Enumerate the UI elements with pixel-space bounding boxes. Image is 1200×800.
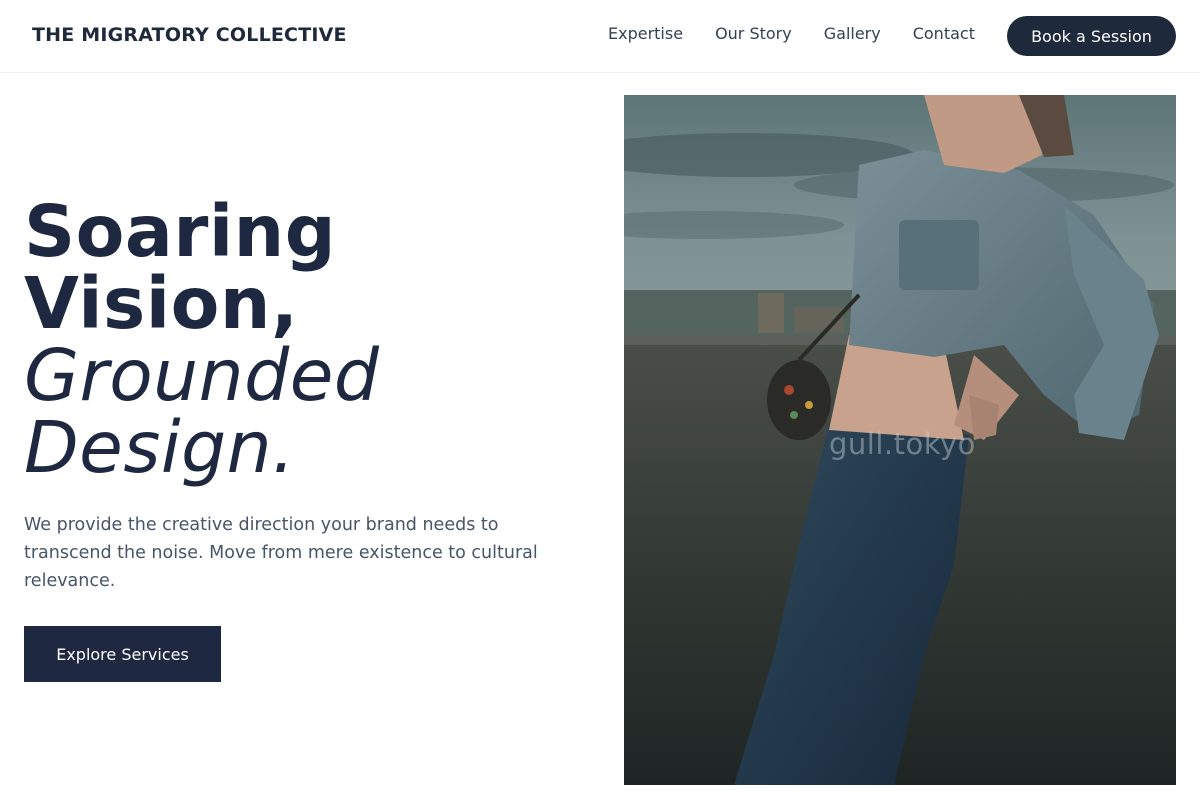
image-watermark: gull.tokyo: [829, 427, 976, 461]
nav-link-expertise[interactable]: Expertise: [608, 24, 683, 43]
hero-subtitle: We provide the creative direction your b…: [24, 515, 538, 591]
nav-link-contact[interactable]: Contact: [913, 24, 975, 43]
brand-logo[interactable]: THE MIGRATORY COLLECTIVE: [32, 24, 347, 46]
top-navbar: THE MIGRATORY COLLECTIVE Expertise Our S…: [0, 0, 1200, 73]
hero-title-line-2: Vision,: [24, 262, 299, 345]
hero-title-line-1: Soaring: [24, 190, 337, 273]
hero-image: gull.tokyo: [624, 95, 1176, 785]
explore-services-button[interactable]: Explore Services: [24, 626, 221, 682]
hero-title-line-3: Grounded: [24, 334, 380, 417]
hero-title-line-4: Design.: [24, 406, 296, 489]
nav-links: Expertise Our Story Gallery Contact: [608, 24, 975, 43]
hero-title: Soaring Vision, Grounded Design.: [24, 196, 584, 484]
book-session-button[interactable]: Book a Session: [1007, 16, 1176, 56]
nav-link-our-story[interactable]: Our Story: [715, 24, 792, 43]
nav-link-gallery[interactable]: Gallery: [824, 24, 881, 43]
